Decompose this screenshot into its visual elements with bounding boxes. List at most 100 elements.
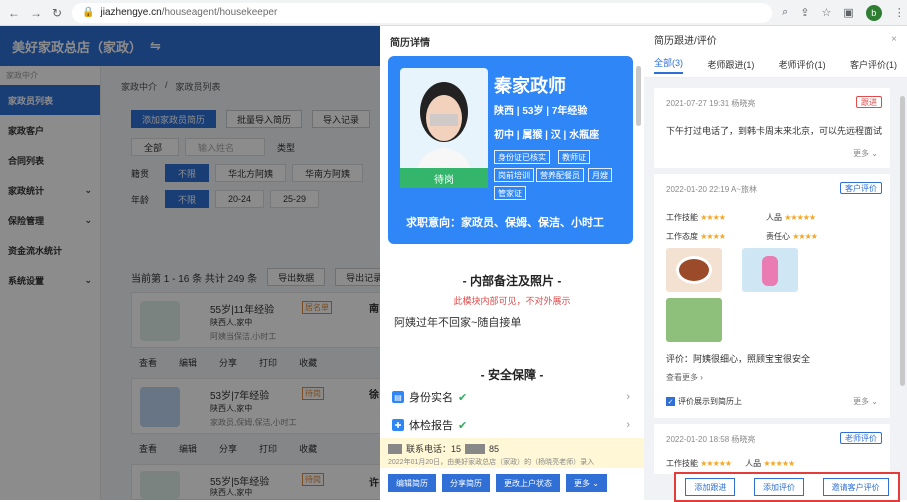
chevron-right-icon: › (626, 419, 630, 431)
tag-butler: 管家证 (494, 186, 526, 200)
review-photo[interactable] (742, 248, 798, 292)
review-photo[interactable] (666, 298, 722, 342)
show-on-resume-checkbox[interactable]: ✓ 评价展示到简历上 (666, 396, 742, 407)
entry-note: 2022年01月20日，由美好家政总店（家政）的（杨晓亮老师）录入 (388, 459, 595, 466)
share-icon[interactable]: ⇪ (800, 6, 809, 19)
entry-badge: 老师评价 (840, 432, 882, 444)
tab-teacher-followup[interactable]: 老师跟进(1) (707, 58, 754, 71)
rating-row: 工作技能 ★★★★ (666, 212, 766, 223)
rating-row: 人品 ★★★★★ (745, 458, 795, 469)
profile-basic: 陕西 | 53岁 | 7年经验 (494, 106, 588, 117)
add-followup-button[interactable]: 添加跟进 (685, 478, 736, 496)
zoom-icon[interactable]: ⌕ (782, 6, 788, 19)
contact-info: 联系电话：15 85 2022年01月20日，由美好家政总店（家政）的（杨晓亮老… (380, 438, 644, 468)
review-photo[interactable] (666, 248, 722, 292)
show-more-link[interactable]: 查看更多 › (666, 372, 703, 383)
profile-name: 秦家政师 (494, 76, 566, 96)
entry-time: 2021-07-27 19:31 杨晓亮 (666, 99, 756, 108)
more-label: 更多 (853, 397, 870, 406)
star-icon: ★★★★ (792, 232, 818, 241)
rating-row: 工作技能 ★★★★★ (666, 458, 732, 469)
scrollbar[interactable] (900, 96, 905, 386)
contact-phone: 联系电话：15 (406, 444, 462, 454)
health-label: 体检报告 (409, 420, 453, 432)
review-entry: 2022-01-20 18:58 杨晓亮 老师评价 工作技能 ★★★★★ 人品 … (654, 424, 890, 474)
more-link[interactable]: 更多 ⌄ (853, 148, 878, 159)
star-icon: ★★★★ (700, 213, 726, 222)
child-figure (762, 256, 778, 286)
star-icon: ★★★★★ (763, 459, 795, 468)
avatar[interactable]: b (865, 4, 882, 21)
internal-note: 此模块内部可见，不对外展示 (453, 296, 571, 306)
invite-customer-review-button[interactable]: 邀请客户评价 (822, 478, 889, 496)
internal-section-title: - 内部备注及照片 - (462, 274, 562, 288)
redacted-block (388, 443, 402, 454)
close-icon[interactable]: × (891, 34, 897, 45)
profile-card: 待岗 秦家政师 陕西 | 53岁 | 7年经验 初中 | 属猴 | 汉 | 水瓶… (388, 56, 633, 244)
tab-all[interactable]: 全部(3) (654, 56, 683, 74)
sidepanel-icon[interactable]: ▣ (843, 6, 853, 19)
modal-title: 简历详情 (390, 37, 430, 49)
job-intent: 求职意向：家政员、保姆、保洁、小时工 (406, 217, 604, 229)
star-icon: ★★★★★ (700, 459, 732, 468)
reload-icon[interactable]: ↻ (52, 6, 62, 20)
entry-badge: 客户评价 (840, 182, 882, 194)
entry-time: 2022-01-20 22:19 A~旅林 (666, 185, 757, 194)
tag-nutrition: 营养配餐员 (536, 168, 584, 182)
url-host: jiazhengye.cn (100, 7, 162, 18)
food-bowl (676, 256, 712, 284)
more-label: 更多 (574, 478, 590, 488)
address-bar[interactable]: 🔒 jiazhengye.cn/houseagent/housekeeper (72, 2, 773, 23)
status-badge: 待岗 (400, 168, 488, 188)
panel-title: 简历跟进/评价 (654, 35, 717, 47)
profile-education: 初中 | 属猴 | 汉 | 水瓶座 (494, 130, 600, 141)
menu-icon[interactable]: ⋮ (894, 6, 905, 19)
browser-toolbar: ← → ↻ 🔒 jiazhengye.cn/houseagent/houseke… (0, 0, 907, 26)
lock-icon: 🔒 (82, 7, 95, 18)
rating-label: 人品 (766, 213, 782, 222)
star-icon: ★★★★★ (784, 213, 816, 222)
rating-row: 责任心 ★★★★ (766, 231, 866, 242)
followup-entry: 2021-07-27 19:31 杨晓亮 跟进 下午打过电话了，到韩卡周末来北京… (654, 88, 890, 168)
star-icon[interactable]: ☆ (821, 6, 831, 19)
rating-label: 人品 (745, 459, 762, 468)
show-more-label: 查看更多 (666, 373, 698, 382)
panel-tabs: 全部(3) 老师跟进(1) 老师评价(1) 客户评价(1) (644, 52, 907, 78)
tag-id-verified: 身份证已核实 (494, 150, 550, 164)
chevron-right-icon: › (626, 391, 630, 403)
followup-panel: 简历跟进/评价 × 全部(3) 老师跟进(1) 老师评价(1) 客户评价(1) … (644, 26, 907, 502)
safety-section-title: - 安全保障 - (480, 368, 544, 382)
entry-badge: 跟进 (856, 96, 882, 108)
tab-teacher-review[interactable]: 老师评价(1) (779, 58, 826, 71)
url-path: /houseagent/housekeeper (161, 7, 278, 18)
health-report-row[interactable]: ✚ 体检报告 ✔ › (392, 414, 630, 436)
review-entry: 2022-01-20 22:19 A~旅林 客户评价 工作技能 ★★★★ 人品 … (654, 174, 890, 418)
id-label: 身份实名 (409, 392, 453, 404)
share-resume-button[interactable]: 分享简历 (442, 474, 490, 492)
tab-customer-review[interactable]: 客户评价(1) (850, 58, 897, 71)
edit-resume-button[interactable]: 编辑简历 (388, 474, 436, 492)
rating-label: 工作技能 (666, 459, 698, 468)
internal-remark: 阿姨过年不回家~随自接单 (394, 317, 522, 329)
check-icon: ✔ (458, 391, 468, 404)
panel-footer-actions: 添加跟进 添加评价 邀请客户评价 (674, 472, 900, 502)
id-card-icon: ▤ (392, 391, 404, 403)
more-link[interactable]: 更多 ⌄ (853, 396, 878, 407)
health-icon: ✚ (392, 419, 404, 431)
rating-row: 工作态度 ★★★★ (666, 231, 766, 242)
resume-detail-modal: 简历详情 待岗 秦家政师 陕西 | 53岁 | 7年经验 初中 | 属猴 | 汉… (380, 26, 644, 500)
more-button[interactable]: 更多 ⌄ (566, 474, 607, 492)
back-icon[interactable]: ← (8, 6, 20, 20)
add-review-button[interactable]: 添加评价 (753, 478, 804, 496)
change-status-button[interactable]: 更改上户状态 (496, 474, 560, 492)
entry-text: 下午打过电话了，到韩卡周末来北京，可以先远程面试 (666, 126, 883, 136)
tag-teacher-cert: 教师证 (558, 150, 590, 164)
scrollbar[interactable] (636, 66, 641, 126)
rating-row: 人品 ★★★★★ (766, 212, 866, 223)
checkbox-icon: ✓ (666, 397, 675, 406)
tag-maternity: 月嫂 (588, 168, 612, 182)
entry-time: 2022-01-20 18:58 杨晓亮 (666, 435, 756, 444)
rating-label: 工作态度 (666, 232, 698, 241)
id-verification-row[interactable]: ▤ 身份实名 ✔ › (392, 386, 630, 408)
forward-icon[interactable]: → (30, 6, 42, 20)
